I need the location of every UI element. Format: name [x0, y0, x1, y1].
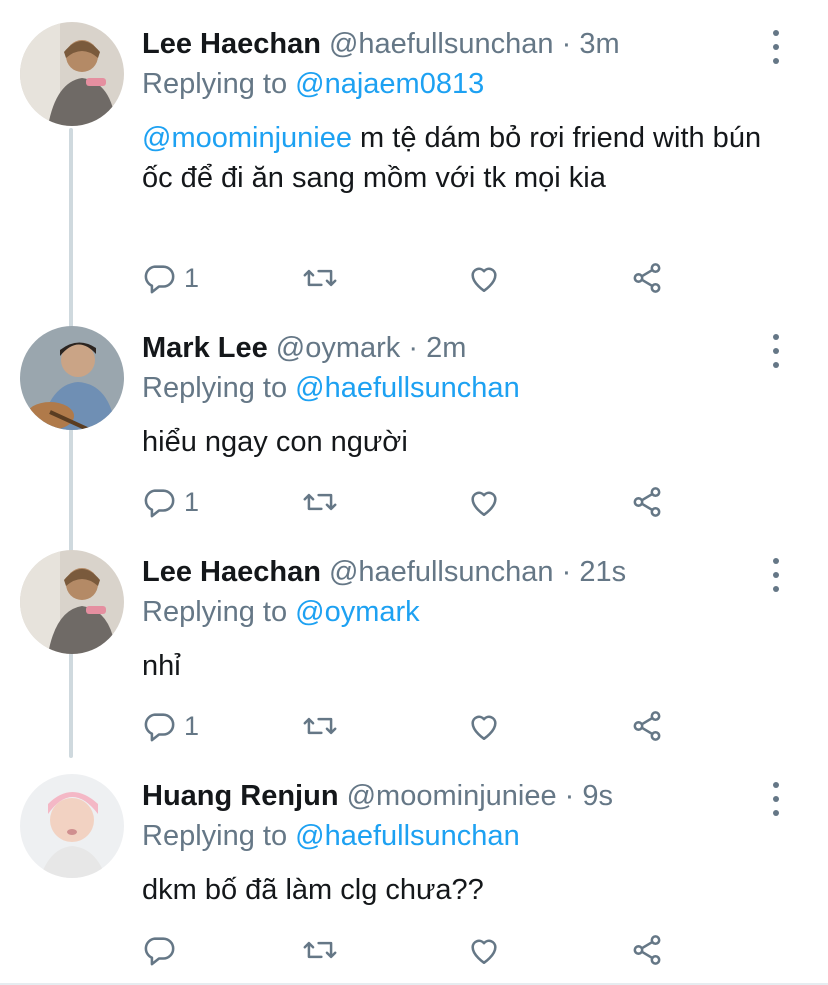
reply-button[interactable]: 1	[142, 706, 199, 746]
retweet-button[interactable]	[302, 258, 338, 298]
retweet-button[interactable]	[302, 482, 338, 522]
heart-icon	[471, 491, 497, 517]
retweet-button[interactable]	[302, 706, 338, 746]
tweet-text-content: dkm bố đã làm clg chưa??	[142, 874, 484, 906]
replying-to-line: Replying to @haefullsunchan	[142, 818, 520, 854]
user-handle[interactable]: @haefullsunchan	[329, 28, 554, 60]
like-button[interactable]	[467, 482, 501, 522]
share-icon	[633, 263, 661, 293]
tweet-text: @moominjuniee m tệ dám bỏ rơi friend wit…	[142, 118, 762, 198]
tweet[interactable]: Lee Haechan @haefullsunchan · 21s Replyi…	[0, 528, 828, 752]
share-button[interactable]	[630, 930, 664, 970]
replying-to-label: Replying to	[142, 596, 296, 628]
separator-dot: ·	[408, 332, 419, 364]
replying-to-label: Replying to	[142, 372, 296, 404]
tweet-actions: 1	[142, 706, 702, 746]
avatar[interactable]	[20, 774, 124, 878]
more-vertical-icon[interactable]	[770, 782, 782, 816]
share-icon	[633, 711, 661, 741]
share-icon	[633, 935, 661, 965]
tweet-text: nhỉ	[142, 646, 762, 686]
tweet-header: Mark Lee @oymark · 2m	[142, 330, 466, 366]
user-handle[interactable]: @moominjuniee	[347, 780, 557, 812]
replying-to-line: Replying to @haefullsunchan	[142, 370, 520, 406]
tweet-actions: 1	[142, 482, 702, 522]
retweet-button[interactable]	[302, 930, 338, 970]
timestamp[interactable]: 2m	[426, 332, 466, 364]
like-button[interactable]	[467, 930, 501, 970]
replying-to-mention[interactable]: @haefullsunchan	[295, 820, 520, 852]
tweet-actions	[142, 930, 702, 970]
reply-count: 1	[184, 262, 200, 293]
tweet[interactable]: Huang Renjun @moominjuniee · 9s Replying…	[0, 752, 828, 985]
reply-icon	[144, 265, 175, 294]
reply-icon	[144, 937, 175, 966]
retweet-icon	[303, 493, 337, 511]
heart-icon	[471, 939, 497, 965]
user-handle[interactable]: @haefullsunchan	[329, 556, 554, 588]
reply-icon	[144, 713, 175, 742]
reply-count: 1	[184, 486, 200, 517]
timestamp[interactable]: 9s	[582, 780, 613, 812]
tweet-header: Lee Haechan @haefullsunchan · 21s	[142, 554, 626, 590]
reply-icon	[144, 489, 175, 518]
replying-to-mention[interactable]: @oymark	[295, 596, 420, 628]
display-name[interactable]: Mark Lee	[142, 332, 268, 364]
replying-to-line: Replying to @najaem0813	[142, 66, 484, 102]
tweet[interactable]: Mark Lee @oymark · 2m Replying to @haefu…	[0, 304, 828, 528]
share-button[interactable]	[630, 482, 664, 522]
retweet-icon	[303, 717, 337, 735]
share-icon	[633, 487, 661, 517]
tweet-text-content: hiểu ngay con người	[142, 426, 408, 458]
share-button[interactable]	[630, 706, 664, 746]
like-button[interactable]	[467, 258, 501, 298]
avatar[interactable]	[20, 22, 124, 126]
timestamp[interactable]: 21s	[579, 556, 626, 588]
avatar[interactable]	[20, 326, 124, 430]
separator-dot: ·	[561, 556, 572, 588]
reply-button[interactable]	[142, 930, 184, 970]
retweet-icon	[303, 269, 337, 287]
tweet-actions: 1	[142, 258, 702, 298]
display-name[interactable]: Lee Haechan	[142, 556, 321, 588]
reply-button[interactable]: 1	[142, 482, 199, 522]
tweet-header: Lee Haechan @haefullsunchan · 3m	[142, 26, 620, 62]
tweet-thread: Lee Haechan @haefullsunchan · 3m Replyin…	[0, 0, 828, 985]
tweet-text: dkm bố đã làm clg chưa??	[142, 870, 762, 910]
tweet[interactable]: Lee Haechan @haefullsunchan · 3m Replyin…	[0, 0, 828, 320]
display-name[interactable]: Lee Haechan	[142, 28, 321, 60]
tweet-text-content: nhỉ	[142, 650, 181, 682]
display-name[interactable]: Huang Renjun	[142, 780, 339, 812]
share-button[interactable]	[630, 258, 664, 298]
like-button[interactable]	[467, 706, 501, 746]
tweet-text: hiểu ngay con người	[142, 422, 762, 462]
reply-button[interactable]: 1	[142, 258, 199, 298]
replying-to-label: Replying to	[142, 820, 296, 852]
more-vertical-icon[interactable]	[770, 30, 782, 64]
more-vertical-icon[interactable]	[770, 334, 782, 368]
separator-dot: ·	[561, 28, 572, 60]
user-handle[interactable]: @oymark	[276, 332, 401, 364]
reply-count: 1	[184, 710, 200, 741]
replying-to-mention[interactable]: @najaem0813	[295, 68, 484, 100]
more-vertical-icon[interactable]	[770, 558, 782, 592]
replying-to-line: Replying to @oymark	[142, 594, 420, 630]
tweet-header: Huang Renjun @moominjuniee · 9s	[142, 778, 613, 814]
heart-icon	[471, 715, 497, 741]
replying-to-label: Replying to	[142, 68, 296, 100]
heart-icon	[471, 267, 497, 293]
replying-to-mention[interactable]: @haefullsunchan	[295, 372, 520, 404]
separator-dot: ·	[564, 780, 575, 812]
mention-link[interactable]: @moominjuniee	[142, 122, 352, 154]
timestamp[interactable]: 3m	[579, 28, 619, 60]
avatar[interactable]	[20, 550, 124, 654]
retweet-icon	[303, 941, 337, 959]
